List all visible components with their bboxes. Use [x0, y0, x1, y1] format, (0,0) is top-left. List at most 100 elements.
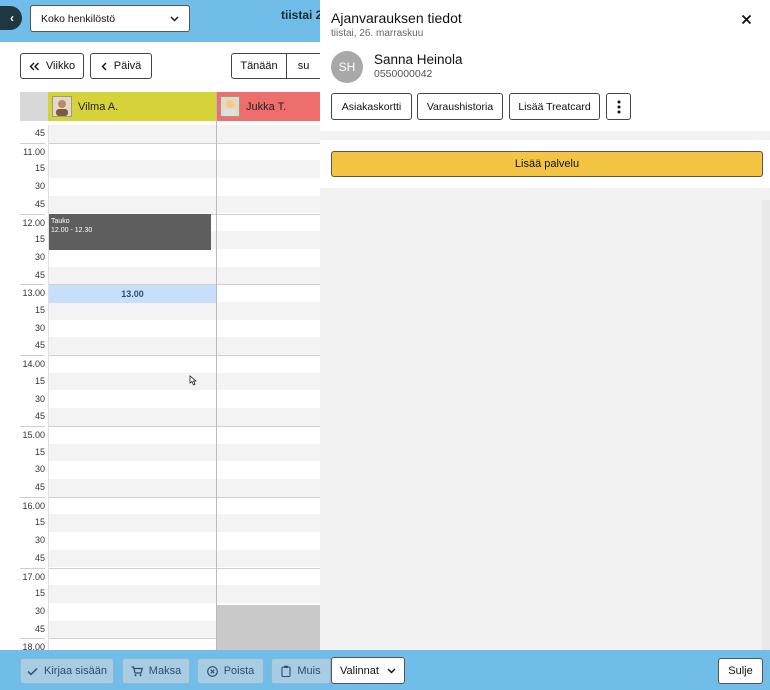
- time-slot-cells[interactable]: [48, 567, 320, 586]
- date-nav-group: Tänään su: [231, 53, 320, 79]
- time-row[interactable]: 15: [20, 585, 320, 603]
- time-label: 15.00: [20, 425, 45, 445]
- staff-filter-select[interactable]: Koko henkilöstö: [30, 5, 190, 32]
- time-slot-cells[interactable]: [48, 125, 320, 143]
- time-slot-cells[interactable]: [48, 514, 320, 533]
- today-button[interactable]: Tänään: [231, 53, 287, 79]
- pay-button[interactable]: Maksa: [122, 658, 190, 684]
- double-chevron-left-icon: [29, 62, 40, 71]
- time-slot-cells[interactable]: [48, 408, 320, 426]
- panel-title: Ajanvarauksen tiedot: [331, 10, 462, 26]
- time-label: 45: [34, 411, 45, 422]
- options-label: Valinnat: [340, 664, 379, 677]
- customer-name: Sanna Heinola: [374, 52, 463, 67]
- time-row[interactable]: 45: [20, 408, 320, 426]
- time-row[interactable]: 30: [20, 178, 320, 196]
- time-row[interactable]: 16.00: [20, 496, 320, 515]
- time-label: 15: [34, 446, 45, 457]
- time-row[interactable]: 45: [20, 479, 320, 497]
- calendar-view: ‹ Koko henkilöstö tiistai 2 Viikko Päivä…: [0, 0, 320, 690]
- add-service-button[interactable]: Lisää palvelu: [331, 151, 763, 177]
- time-slot-cells[interactable]: [48, 479, 320, 497]
- day-abbrev-button[interactable]: su: [287, 53, 320, 79]
- add-treatcard-button[interactable]: Lisää Treatcard: [509, 93, 600, 120]
- time-row[interactable]: 15: [20, 372, 320, 391]
- selected-time-slot[interactable]: 13.00: [49, 285, 216, 303]
- break-block[interactable]: Tauko 12.00 - 12.30: [49, 214, 211, 250]
- divider: [48, 125, 49, 650]
- time-row[interactable]: 45: [20, 195, 320, 214]
- checkin-button[interactable]: Kirjaa sisään: [20, 658, 114, 684]
- week-view-button[interactable]: Viikko: [20, 53, 84, 79]
- time-row[interactable]: 45: [20, 337, 320, 356]
- time-slot-cells[interactable]: [48, 320, 320, 338]
- time-slot-cells[interactable]: [48, 532, 320, 550]
- time-row[interactable]: 15.00: [20, 425, 320, 445]
- check-icon: [27, 667, 38, 676]
- close-icon[interactable]: [741, 14, 752, 25]
- time-label: 15: [34, 305, 45, 315]
- time-slot-cells[interactable]: [48, 142, 320, 161]
- time-row[interactable]: 15: [20, 443, 320, 462]
- time-slot-cells[interactable]: [48, 496, 320, 515]
- time-label: 11.00: [20, 142, 45, 162]
- delete-button[interactable]: Poista: [197, 658, 264, 684]
- time-label: 30: [34, 605, 45, 616]
- time-row[interactable]: 15: [20, 160, 320, 179]
- time-slot-cells[interactable]: [48, 372, 320, 391]
- time-slot-cells[interactable]: [48, 585, 320, 603]
- time-slot-cells[interactable]: [48, 249, 320, 267]
- time-row[interactable]: 14.00: [20, 355, 320, 373]
- time-row[interactable]: 15: [20, 302, 320, 320]
- staff-header-vilma[interactable]: Vilma A.: [48, 92, 216, 121]
- pointer-cursor-icon: [188, 375, 197, 386]
- time-slot-cells[interactable]: [48, 355, 320, 373]
- time-column-header: [20, 92, 48, 121]
- week-view-label: Viikko: [45, 60, 76, 72]
- day-view-button[interactable]: Päivä: [90, 53, 152, 79]
- time-row[interactable]: 30: [20, 249, 320, 267]
- note-label: Muis: [297, 665, 321, 677]
- time-grid[interactable]: 45 11.00 15 30 45 12.00 15 30 45 13.00 15 30 45 14.00…: [20, 125, 320, 652]
- time-slot-cells[interactable]: [48, 195, 320, 214]
- cart-icon: [131, 665, 143, 677]
- break-title: Tauko: [51, 218, 70, 225]
- time-slot-cells[interactable]: [48, 337, 320, 356]
- time-row[interactable]: 11.00: [20, 142, 320, 162]
- time-row[interactable]: 45: [20, 549, 320, 568]
- booking-history-button[interactable]: Varaushistoria: [417, 93, 503, 120]
- time-label: 12.00: [20, 213, 45, 233]
- time-slot-cells[interactable]: [48, 443, 320, 462]
- staff-header-jukka[interactable]: Jukka T.: [216, 92, 320, 121]
- time-slot-cells[interactable]: [48, 266, 320, 285]
- time-label: 30: [34, 181, 45, 192]
- time-row[interactable]: 30: [20, 391, 320, 409]
- time-slot-cells[interactable]: [48, 391, 320, 409]
- time-row[interactable]: 45: [20, 125, 320, 143]
- time-slot-cells[interactable]: [48, 461, 320, 479]
- time-row[interactable]: 15: [20, 514, 320, 533]
- more-options-button[interactable]: [606, 93, 631, 120]
- time-slot-cells[interactable]: [48, 160, 320, 179]
- chevron-left-icon: ‹: [10, 11, 14, 25]
- pay-label: Maksa: [148, 665, 182, 677]
- staff-name: Jukka T.: [246, 100, 287, 113]
- time-row[interactable]: 30: [20, 532, 320, 550]
- time-row[interactable]: 30: [20, 320, 320, 338]
- time-slot-cells[interactable]: [48, 549, 320, 568]
- note-button[interactable]: Muis: [271, 658, 331, 684]
- time-label: 45: [34, 340, 45, 351]
- time-label: 13.00: [20, 284, 45, 303]
- customer-card-button[interactable]: Asiakaskortti: [331, 93, 412, 120]
- time-slot-cells[interactable]: [48, 425, 320, 444]
- calendar-date-title: tiistai 2: [281, 8, 320, 22]
- time-slot-cells[interactable]: [48, 178, 320, 196]
- close-button[interactable]: Sulje: [718, 658, 763, 684]
- time-row[interactable]: 17.00: [20, 567, 320, 586]
- back-button[interactable]: ‹: [0, 6, 22, 30]
- options-dropdown-button[interactable]: Valinnat: [331, 657, 405, 684]
- delete-label: Poista: [223, 665, 255, 677]
- time-row[interactable]: 30: [20, 461, 320, 479]
- time-row[interactable]: 45: [20, 266, 320, 285]
- time-slot-cells[interactable]: [48, 302, 320, 320]
